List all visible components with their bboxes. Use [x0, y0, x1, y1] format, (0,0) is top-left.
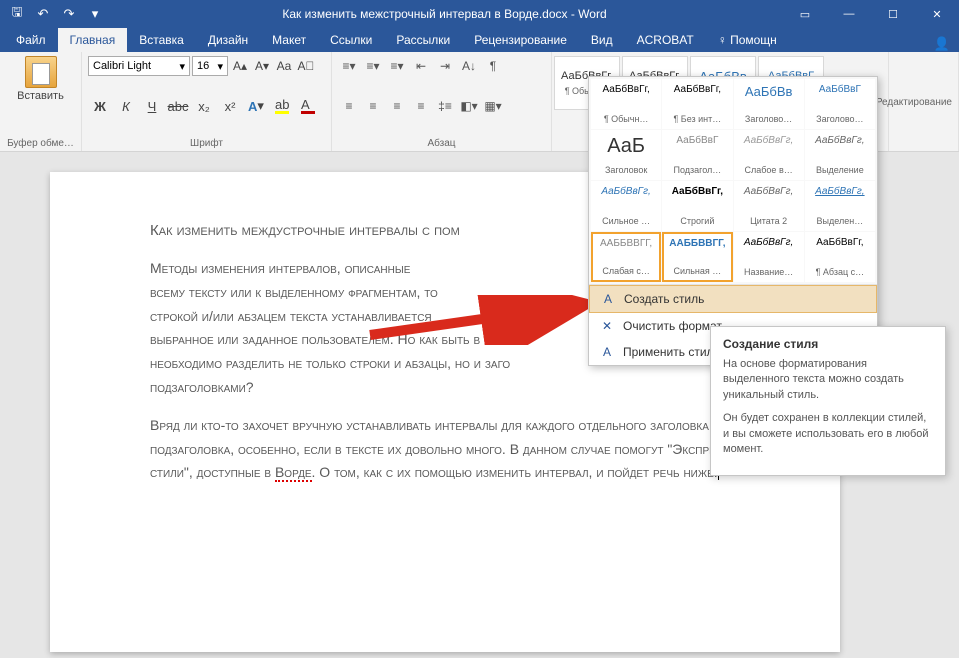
- tooltip-create-style: Создание стиля На основе форматирования …: [710, 326, 946, 476]
- numbering-icon[interactable]: ≡▾: [362, 56, 384, 76]
- styles-gallery-dropdown: АаБбВвГг,¶ Обычн…АаБбВвГг,¶ Без инт…АаБб…: [588, 76, 878, 366]
- borders-icon[interactable]: ▦▾: [482, 96, 504, 116]
- tooltip-text: На основе форматирования выделенного тек…: [723, 357, 933, 403]
- minimize-icon[interactable]: —: [827, 0, 871, 28]
- share-icon[interactable]: 👤: [933, 36, 951, 52]
- redo-icon[interactable]: ↷: [58, 3, 80, 25]
- style-gallery-item[interactable]: АаБбВвГг,¶ Без инт…: [662, 79, 732, 129]
- grow-font-icon[interactable]: A▴: [230, 56, 250, 76]
- bullets-icon[interactable]: ≡▾: [338, 56, 360, 76]
- group-paragraph: ≡▾ ≡▾ ≡▾ ⇤ ⇥ A↓ ¶ ≡ ≡ ≡ ≡ ‡≡ ◧▾ ▦▾ Абзац: [332, 52, 552, 151]
- style-gallery-item[interactable]: ААББВВГГ,Сильная …: [662, 232, 732, 282]
- underline-button[interactable]: Ч: [140, 96, 164, 116]
- tab-acrobat[interactable]: ACROBAT: [625, 28, 706, 52]
- subscript-button[interactable]: x₂: [192, 96, 216, 116]
- sort-icon[interactable]: A↓: [458, 56, 480, 76]
- tab-references[interactable]: Ссылки: [318, 28, 384, 52]
- strike-button[interactable]: abc: [166, 96, 190, 116]
- font-name-combo[interactable]: Calibri Light▾: [88, 56, 190, 76]
- style-gallery-item[interactable]: АаБбВвГг,¶ Абзац с…: [805, 232, 875, 282]
- increase-indent-icon[interactable]: ⇥: [434, 56, 456, 76]
- line-spacing-icon[interactable]: ‡≡: [434, 96, 456, 116]
- tell-me[interactable]: ♀ Помощн: [706, 28, 789, 52]
- tab-mailings[interactable]: Рассылки: [384, 28, 462, 52]
- paste-button[interactable]: Вставить: [6, 56, 75, 102]
- group-font: Calibri Light▾ 16▾ A▴ A▾ Aa A⃠ Ж К Ч abc…: [82, 52, 332, 151]
- tab-file[interactable]: Файл: [4, 28, 58, 52]
- tab-insert[interactable]: Вставка: [127, 28, 196, 52]
- bold-button[interactable]: Ж: [88, 96, 112, 116]
- tab-view[interactable]: Вид: [579, 28, 625, 52]
- group-label: Буфер обме…: [6, 138, 75, 149]
- italic-button[interactable]: К: [114, 96, 138, 116]
- group-clipboard: Вставить Буфер обме…: [0, 52, 82, 151]
- ribbon-tabs: Файл Главная Вставка Дизайн Макет Ссылки…: [0, 28, 959, 52]
- style-gallery-item[interactable]: АаБбВвГг,Название…: [734, 232, 804, 282]
- font-color-icon[interactable]: A: [296, 96, 320, 116]
- justify-icon[interactable]: ≡: [410, 96, 432, 116]
- shrink-font-icon[interactable]: A▾: [252, 56, 272, 76]
- window-title: Как изменить межстрочный интервал в Ворд…: [106, 7, 783, 21]
- superscript-button[interactable]: x²: [218, 96, 242, 116]
- align-left-icon[interactable]: ≡: [338, 96, 360, 116]
- style-gallery-item[interactable]: АаБбВвЗаголово…: [734, 79, 804, 129]
- tab-home[interactable]: Главная: [58, 28, 128, 52]
- paragraph-2[interactable]: Вряд ли кто-то захочет вручную устанавли…: [150, 414, 740, 485]
- multilevel-icon[interactable]: ≡▾: [386, 56, 408, 76]
- align-right-icon[interactable]: ≡: [386, 96, 408, 116]
- paste-label: Вставить: [17, 90, 64, 102]
- paste-icon: [25, 56, 57, 88]
- maximize-icon[interactable]: ☐: [871, 0, 915, 28]
- title-bar: 🖫 ↶ ↷ ▾ Как изменить межстрочный интерва…: [0, 0, 959, 28]
- style-gallery-item[interactable]: АаБбВвГг,Слабое в…: [734, 130, 804, 180]
- tab-design[interactable]: Дизайн: [196, 28, 260, 52]
- show-marks-icon[interactable]: ¶: [482, 56, 504, 76]
- create-style-menuitem[interactable]: AСоздать стиль: [589, 285, 877, 313]
- text-effects-icon[interactable]: A▾: [244, 96, 268, 116]
- style-gallery-item[interactable]: АаБбВвГг,Выделен…: [805, 181, 875, 231]
- highlight-icon[interactable]: ab: [270, 96, 294, 116]
- group-label: Абзац: [338, 138, 545, 149]
- tab-layout[interactable]: Макет: [260, 28, 318, 52]
- tab-review[interactable]: Рецензирование: [462, 28, 579, 52]
- style-gallery-item[interactable]: АаБбВвГг,Сильное …: [591, 181, 661, 231]
- style-gallery-item[interactable]: АаБбВвГПодзагол…: [662, 130, 732, 180]
- change-case-icon[interactable]: Aa: [274, 56, 294, 76]
- group-editing: Редактирование: [889, 52, 959, 151]
- close-icon[interactable]: ✕: [915, 0, 959, 28]
- decrease-indent-icon[interactable]: ⇤: [410, 56, 432, 76]
- tooltip-title: Создание стиля: [723, 337, 933, 351]
- quick-access-toolbar: 🖫 ↶ ↷ ▾: [0, 3, 106, 25]
- style-gallery-item[interactable]: АаБбВвГг,Цитата 2: [734, 181, 804, 231]
- shading-icon[interactable]: ◧▾: [458, 96, 480, 116]
- ribbon-options-icon[interactable]: ▭: [783, 0, 827, 28]
- clear-formatting-icon[interactable]: A⃠: [296, 56, 316, 76]
- style-gallery-item[interactable]: ААББВВГГ,Слабая с…: [591, 232, 661, 282]
- tooltip-text: Он будет сохранен в коллекции стилей, и …: [723, 411, 933, 457]
- style-gallery-item[interactable]: АаБбВвГг,Строгий: [662, 181, 732, 231]
- style-gallery-item[interactable]: АаБбВвГЗаголово…: [805, 79, 875, 129]
- group-label: Шрифт: [88, 138, 325, 149]
- style-gallery-item[interactable]: АаБбВвГг,Выделение: [805, 130, 875, 180]
- font-size-combo[interactable]: 16▾: [192, 56, 228, 76]
- align-center-icon[interactable]: ≡: [362, 96, 384, 116]
- style-gallery-item[interactable]: АаБбВвГг,¶ Обычн…: [591, 79, 661, 129]
- save-icon[interactable]: 🖫: [6, 3, 28, 25]
- qat-customize-icon[interactable]: ▾: [84, 3, 106, 25]
- undo-icon[interactable]: ↶: [32, 3, 54, 25]
- window-controls: ▭ — ☐ ✕: [783, 0, 959, 28]
- style-gallery-item[interactable]: АаБЗаголовок: [591, 130, 661, 180]
